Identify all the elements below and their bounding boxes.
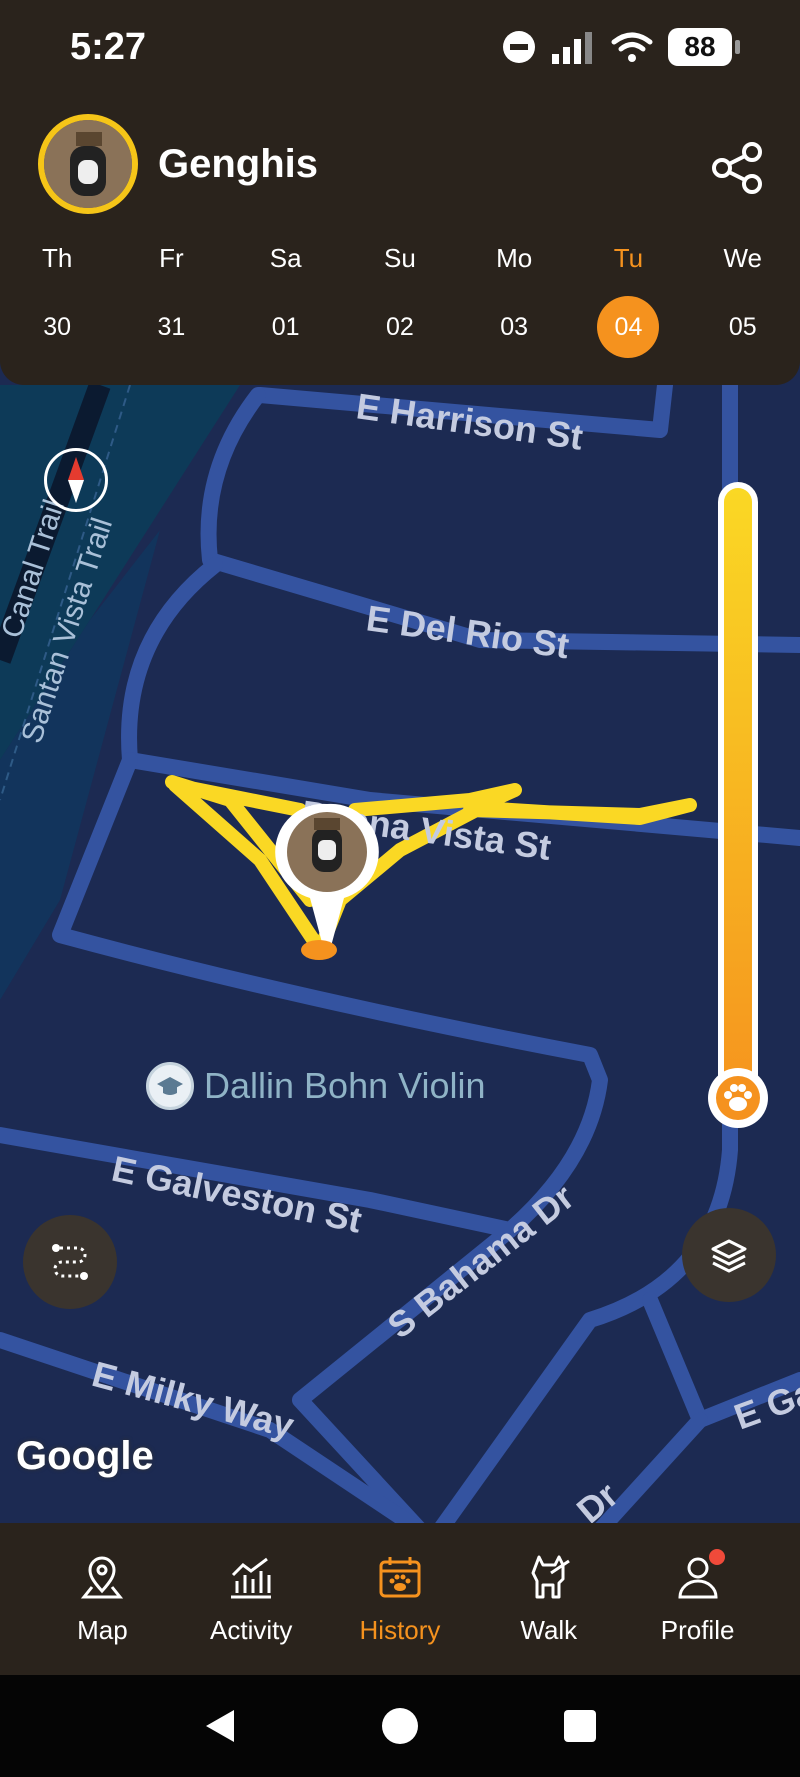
nav-map[interactable]: Map — [28, 1523, 177, 1675]
route-replay-button[interactable] — [23, 1215, 117, 1309]
nav-label: Activity — [210, 1615, 293, 1645]
day-sa[interactable]: Sa 01 — [229, 240, 343, 358]
status-time: 5:27 — [70, 26, 147, 68]
street-label: E Galveston St — [108, 1148, 365, 1241]
gps-track — [165, 775, 697, 957]
chart-icon — [231, 1557, 272, 1599]
nav-label: Map — [77, 1615, 128, 1645]
share-icon — [712, 142, 762, 194]
header: 5:27 88 Genghis Th 30 Fr 31 Sa 01 Su 02 … — [0, 0, 800, 385]
status-icons: 88 — [502, 28, 740, 66]
nav-history[interactable]: History — [326, 1523, 475, 1675]
graduation-cap-icon — [146, 1062, 194, 1110]
battery-level: 88 — [684, 31, 716, 62]
google-attribution: Google — [16, 1434, 154, 1478]
nav-label: Profile — [660, 1615, 735, 1645]
nav-activity[interactable]: Activity — [177, 1523, 326, 1675]
nav-label: Walk — [520, 1615, 578, 1645]
notification-badge — [709, 1549, 726, 1565]
route-icon — [52, 1244, 88, 1280]
poi-marker[interactable]: Dallin Bohn Violin — [146, 1062, 486, 1110]
pet-avatar[interactable] — [38, 114, 138, 214]
map-pin-icon — [81, 1556, 124, 1599]
system-navigation-bar — [0, 1675, 800, 1777]
date-picker: Th 30 Fr 31 Sa 01 Su 02 Mo 03 Tu 04 We 05 — [0, 240, 800, 358]
paw-icon — [716, 1076, 760, 1120]
dog-walk-icon — [531, 1555, 570, 1599]
street-label: E Ga — [729, 1371, 800, 1438]
pet-name: Genghis — [158, 141, 319, 186]
layers-icon — [711, 1239, 747, 1273]
bottom-nav: Map Activity History Walk Profile — [0, 1523, 800, 1675]
street-label: E Harrison St — [354, 385, 586, 457]
day-tu-selected[interactable]: Tu 04 — [571, 240, 685, 358]
wifi-icon — [611, 32, 653, 62]
day-mo[interactable]: Mo 03 — [457, 240, 571, 358]
day-th[interactable]: Th 30 — [0, 240, 114, 358]
street-label: E Milky Way — [88, 1353, 298, 1446]
day-fr[interactable]: Fr 31 — [114, 240, 228, 358]
back-icon[interactable] — [200, 1706, 240, 1746]
nav-walk[interactable]: Walk — [474, 1523, 623, 1675]
time-slider-handle[interactable] — [708, 1068, 768, 1128]
calendar-paw-icon — [379, 1557, 421, 1598]
nav-label: History — [359, 1615, 441, 1645]
home-icon[interactable] — [380, 1706, 420, 1746]
map-layers-button[interactable] — [682, 1208, 776, 1302]
signal-icon — [552, 32, 592, 64]
dnd-icon — [503, 31, 535, 63]
compass-icon[interactable] — [44, 448, 108, 512]
pet-location-pin[interactable] — [274, 800, 380, 970]
battery-icon: 88 — [668, 28, 740, 66]
share-button[interactable] — [708, 138, 768, 198]
status-bar: 5:27 88 — [0, 0, 800, 100]
street-label: E Del Rio St — [364, 597, 572, 666]
recents-icon[interactable] — [560, 1706, 600, 1746]
time-slider-track[interactable] — [718, 482, 758, 1124]
pet-profile[interactable]: Genghis — [38, 114, 318, 214]
poi-label: Dallin Bohn Violin — [204, 1065, 486, 1106]
day-we[interactable]: We 05 — [686, 240, 800, 358]
nav-profile[interactable]: Profile — [623, 1523, 772, 1675]
day-su[interactable]: Su 02 — [343, 240, 457, 358]
